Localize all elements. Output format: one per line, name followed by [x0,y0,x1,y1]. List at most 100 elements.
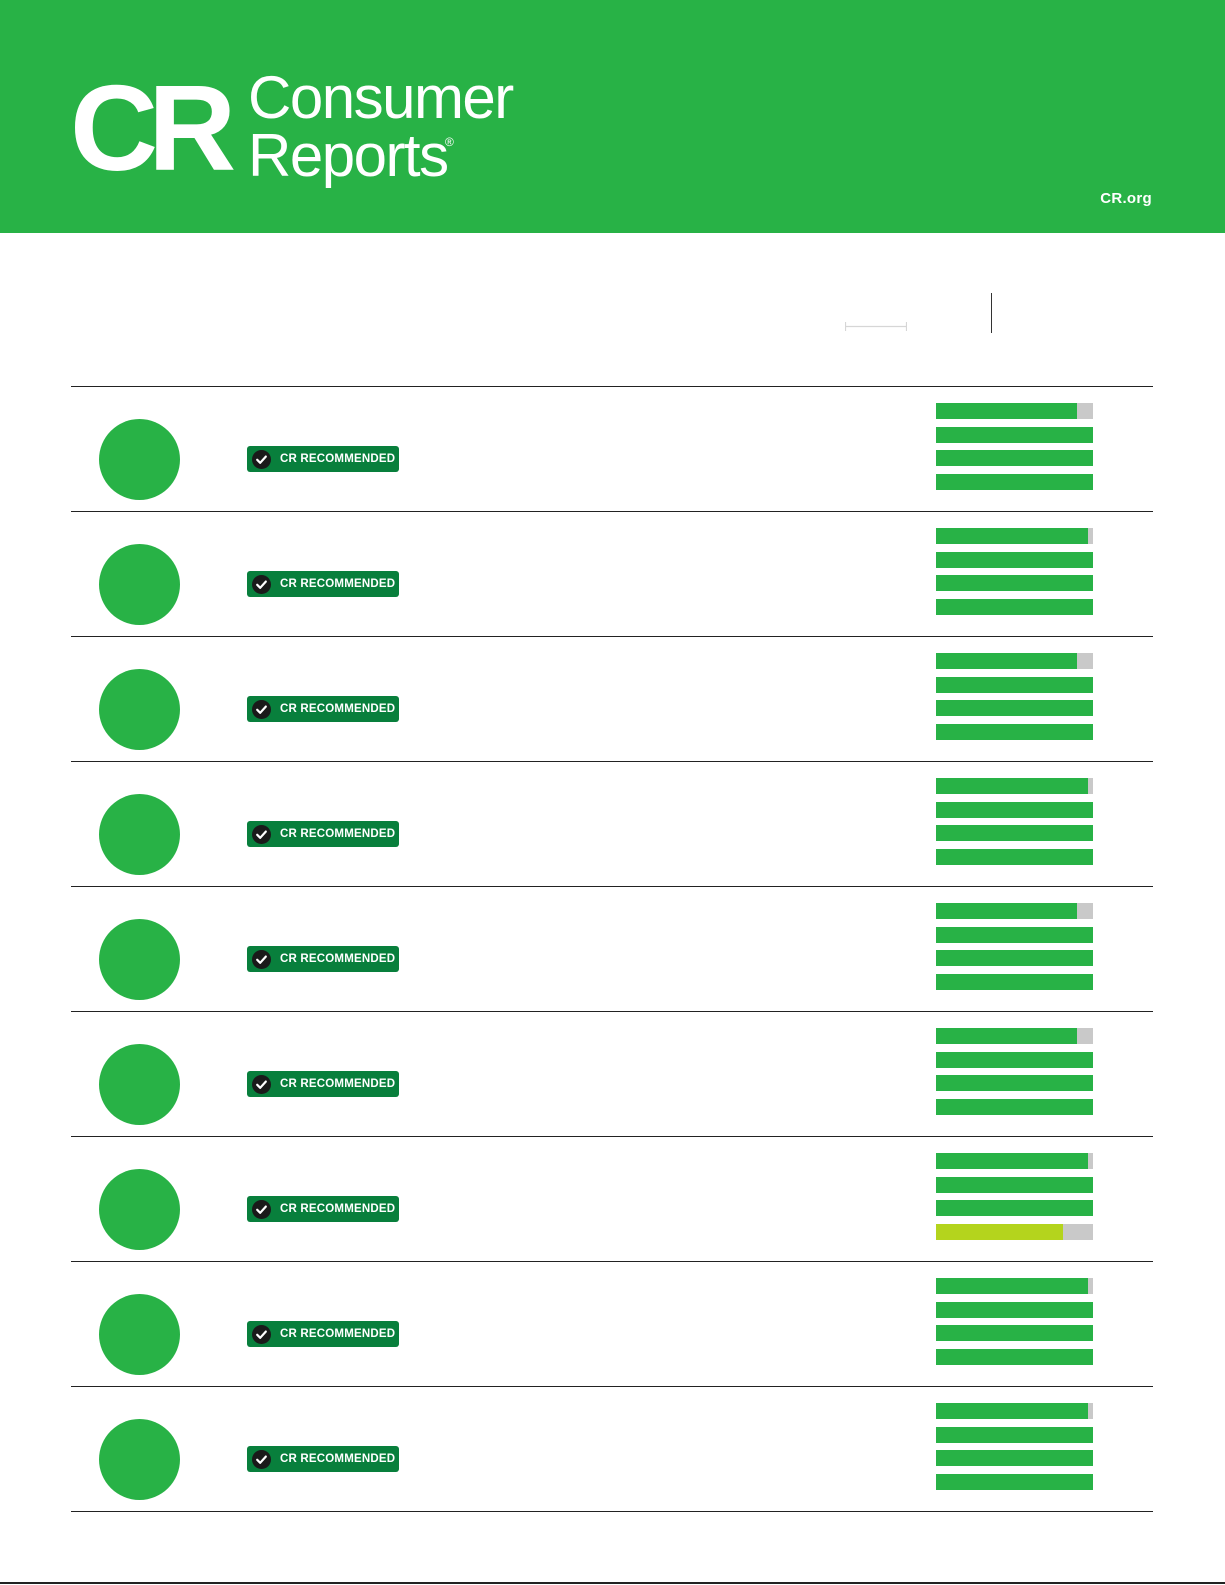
rating-bar [936,653,1093,669]
rating-bar-fill [936,1301,1093,1318]
product-row[interactable]: CR RECOMMENDED [71,637,1153,762]
rating-bar-fill [936,778,1089,794]
rating-bar-fill [936,926,1093,943]
rating-bar-fill [936,473,1093,490]
badge-label: CR RECOMMENDED [280,1078,396,1090]
legend-divider [991,293,992,333]
rating-bar-fill [936,848,1093,865]
rating-bar-fill [936,575,1093,591]
rating-bars [936,778,1093,872]
rating-bar [936,598,1093,615]
rating-bar [936,676,1093,693]
badge-label: CR RECOMMENDED [280,1453,396,1465]
product-row[interactable]: CR RECOMMENDED [71,887,1153,1012]
check-circle-icon [252,574,271,594]
site-link[interactable]: CR.org [1080,190,1152,207]
rating-bar-fill [936,1450,1093,1466]
rating-bar [936,1223,1093,1240]
rating-bars [936,1028,1093,1122]
rating-bar [936,1098,1093,1115]
legend-scale-bracket [845,322,907,331]
rating-bar [936,528,1093,544]
rating-bar-fill [936,801,1093,818]
consumer-reports-logo: CR Consumer Reports ® [72,66,515,188]
overall-score-circle [99,1294,180,1375]
rating-bar-fill [936,1403,1089,1419]
rating-bars [936,653,1093,747]
rating-bar-fill [936,1348,1093,1365]
rating-bar-fill [936,1473,1093,1490]
rating-bar [936,903,1093,919]
cr-recommended-badge: CR RECOMMENDED [247,1321,399,1347]
rating-bar [936,700,1093,716]
rating-bar [936,1426,1093,1443]
cr-recommended-badge: CR RECOMMENDED [247,696,399,722]
rating-bars [936,403,1093,497]
rating-bar [936,473,1093,490]
rating-bars [936,1153,1093,1247]
check-circle-icon [252,699,271,719]
rating-bars [936,1403,1093,1497]
overall-score-circle [99,1044,180,1125]
cr-recommended-badge: CR RECOMMENDED [247,821,399,847]
badge-label: CR RECOMMENDED [280,703,396,715]
check-circle-icon [252,449,271,469]
rating-bars [936,1278,1093,1372]
rating-bar-fill [936,528,1089,544]
rating-bar [936,825,1093,841]
badge-label: CR RECOMMENDED [280,953,396,965]
product-row[interactable]: CR RECOMMENDED [71,1012,1153,1137]
product-row[interactable]: CR RECOMMENDED [71,1387,1153,1512]
cr-recommended-badge: CR RECOMMENDED [247,946,399,972]
registered-mark: ® [445,135,454,149]
rating-bar [936,1176,1093,1193]
rating-bar [936,1153,1093,1169]
brand-header: CR Consumer Reports ® CR.org [0,0,1225,233]
rating-bar-fill [936,1200,1093,1216]
rating-bar-fill [936,700,1093,716]
badge-label: CR RECOMMENDED [280,828,396,840]
rating-bar-fill [936,598,1093,615]
badge-label: CR RECOMMENDED [280,453,396,465]
rating-bar-fill [936,1176,1093,1193]
product-row[interactable]: CR RECOMMENDED [71,1137,1153,1262]
rating-bar [936,1051,1093,1068]
rating-bar [936,1075,1093,1091]
rating-bar [936,551,1093,568]
rating-bar [936,973,1093,990]
rating-bar-fill [936,1153,1089,1169]
rating-bar-fill [936,825,1093,841]
rating-bar [936,848,1093,865]
rating-bar-fill [936,903,1078,919]
rating-bar [936,1450,1093,1466]
overall-score-circle [99,419,180,500]
rating-bar-fill [936,450,1093,466]
check-circle-icon [252,1074,271,1094]
rating-bar-fill [936,1098,1093,1115]
rating-bar-fill [936,973,1093,990]
check-circle-icon [252,949,271,969]
page-bottom-rule [0,1582,1225,1584]
rating-bar [936,1403,1093,1419]
product-row[interactable]: CR RECOMMENDED [71,762,1153,887]
product-row[interactable]: CR RECOMMENDED [71,512,1153,637]
check-circle-icon [252,1199,271,1219]
rating-bar [936,1278,1093,1294]
overall-score-circle [99,1169,180,1250]
check-circle-icon [252,1449,271,1469]
logo-name-line2: Reports [248,122,448,188]
rating-bar [936,723,1093,740]
product-row[interactable]: CR RECOMMENDED [71,387,1153,512]
check-circle-icon [252,1324,271,1344]
badge-label: CR RECOMMENDED [280,1203,396,1215]
product-row[interactable]: CR RECOMMENDED [71,1262,1153,1387]
rating-bar [936,801,1093,818]
badge-label: CR RECOMMENDED [280,578,396,590]
rating-bar-fill [936,676,1093,693]
overall-score-circle [99,669,180,750]
cr-recommended-badge: CR RECOMMENDED [247,446,399,472]
check-circle-icon [252,824,271,844]
rating-bar [936,1028,1093,1044]
rating-bar [936,1473,1093,1490]
rating-bar-fill [936,653,1078,669]
